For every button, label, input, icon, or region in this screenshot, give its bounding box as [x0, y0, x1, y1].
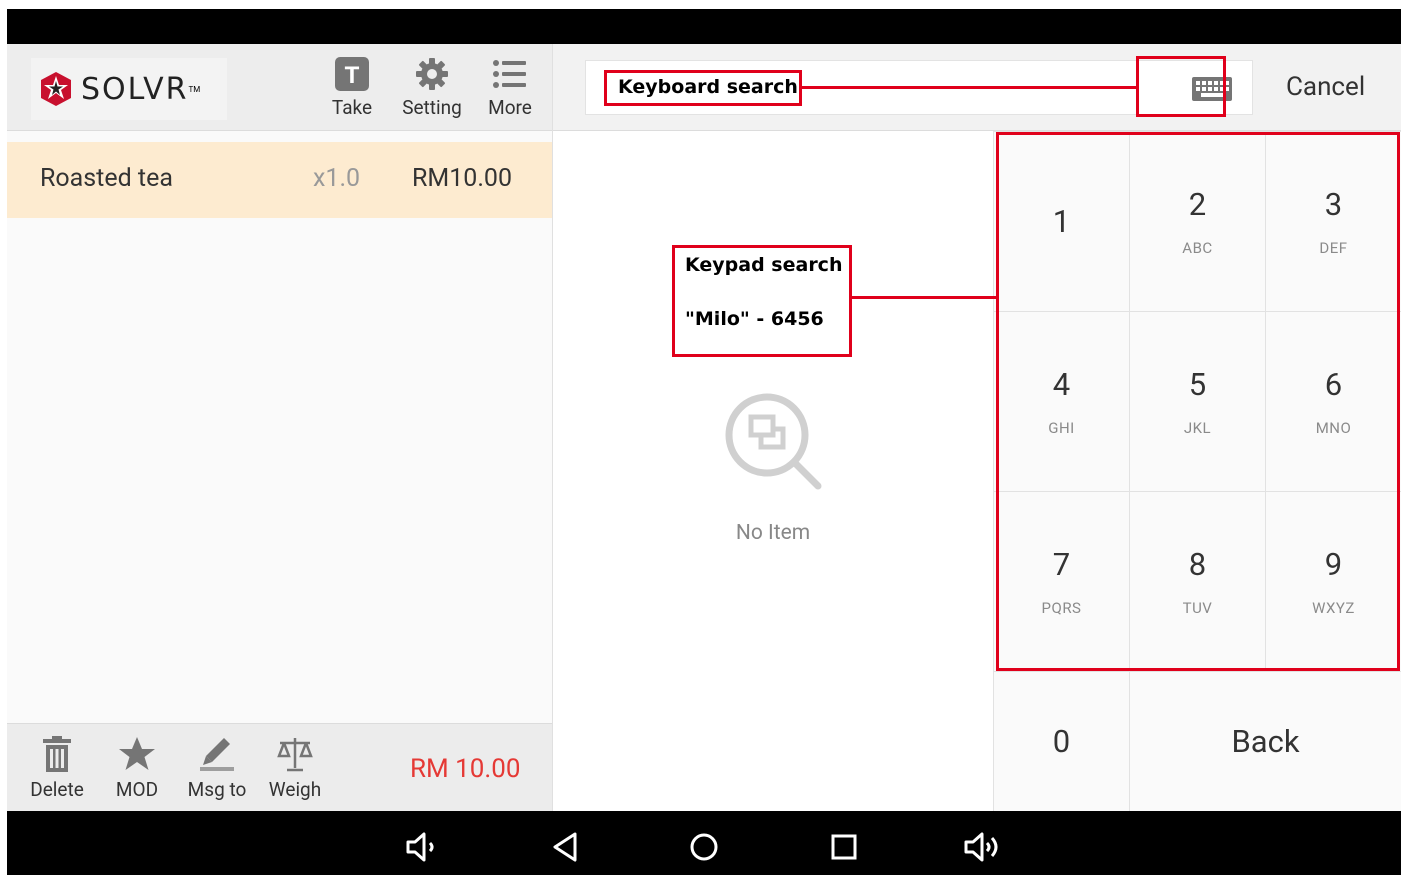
msg-to-label: Msg to — [187, 778, 247, 801]
key-0[interactable]: 0 — [993, 671, 1129, 811]
keypad-callout-line — [852, 296, 998, 299]
setting-button[interactable]: Setting — [397, 54, 467, 124]
brand-name: SOLVR — [81, 71, 189, 107]
back-label: Back — [1231, 723, 1300, 760]
order-total: RM 10.00 — [410, 754, 521, 784]
home-nav-icon[interactable] — [684, 829, 724, 865]
star-icon — [117, 734, 157, 774]
solvr-star-icon — [41, 72, 71, 106]
order-item-price: RM10.00 — [412, 164, 513, 193]
mod-button[interactable]: MOD — [97, 734, 177, 804]
take-icon: T — [332, 54, 372, 94]
msg-to-button[interactable]: Msg to — [177, 734, 257, 804]
keyboard-button-highlight — [1136, 56, 1226, 117]
android-nav-bar — [7, 811, 1401, 875]
mod-label: MOD — [115, 778, 159, 801]
key-0-number: 0 — [1052, 723, 1071, 760]
brand-tm: TM — [188, 84, 201, 94]
delete-button[interactable]: Delete — [17, 734, 97, 804]
delete-label: Delete — [30, 778, 84, 801]
back-nav-icon[interactable] — [545, 829, 585, 865]
bottom-action-bar: Delete MOD Msg to Weigh RM 10.00 — [7, 723, 552, 811]
brand-logo: SOLVR TM — [31, 58, 227, 120]
status-bar — [7, 9, 1401, 44]
trash-icon — [37, 734, 77, 774]
no-item-text: No Item — [735, 521, 811, 545]
order-panel: SOLVR TM T Take Setting More Roasted tea… — [7, 44, 552, 811]
volume-down-icon[interactable] — [403, 829, 443, 865]
take-label: Take — [331, 96, 373, 119]
setting-label: Setting — [402, 96, 462, 119]
order-item-name: Roasted tea — [40, 164, 173, 193]
back-button[interactable]: Back — [1129, 671, 1401, 811]
keypad-search-callout: Keypad search "Milo" - 6456 — [672, 245, 852, 357]
order-item-row[interactable]: Roasted tea x1.0 RM10.00 — [7, 142, 552, 218]
no-item-search-icon — [725, 393, 822, 490]
volume-up-icon[interactable] — [963, 829, 1003, 865]
gear-icon — [412, 54, 452, 94]
cancel-button[interactable]: Cancel — [1286, 72, 1365, 102]
menu-list-icon — [490, 54, 530, 94]
keyboard-search-callout-text: Keyboard search — [618, 76, 798, 98]
take-button[interactable]: T Take — [317, 54, 387, 124]
weigh-button[interactable]: Weigh — [255, 734, 335, 804]
keyboard-search-callout: Keyboard search — [604, 70, 802, 106]
order-item-qty: x1.0 — [313, 164, 361, 193]
more-button[interactable]: More — [475, 54, 545, 124]
keypad-search-callout-example: "Milo" - 6456 — [685, 308, 824, 330]
weigh-label: Weigh — [268, 778, 322, 801]
pencil-icon — [197, 734, 237, 774]
search-results: No Item — [553, 131, 993, 811]
recents-nav-icon[interactable] — [824, 829, 864, 865]
keypad-search-callout-title: Keypad search — [685, 254, 843, 276]
top-toolbar: SOLVR TM T Take Setting More — [7, 44, 552, 131]
keypad-highlight — [996, 132, 1400, 671]
more-label: More — [488, 96, 532, 119]
svg-text:T: T — [345, 62, 360, 89]
keyboard-callout-line — [802, 86, 1138, 89]
scale-icon — [275, 734, 315, 774]
